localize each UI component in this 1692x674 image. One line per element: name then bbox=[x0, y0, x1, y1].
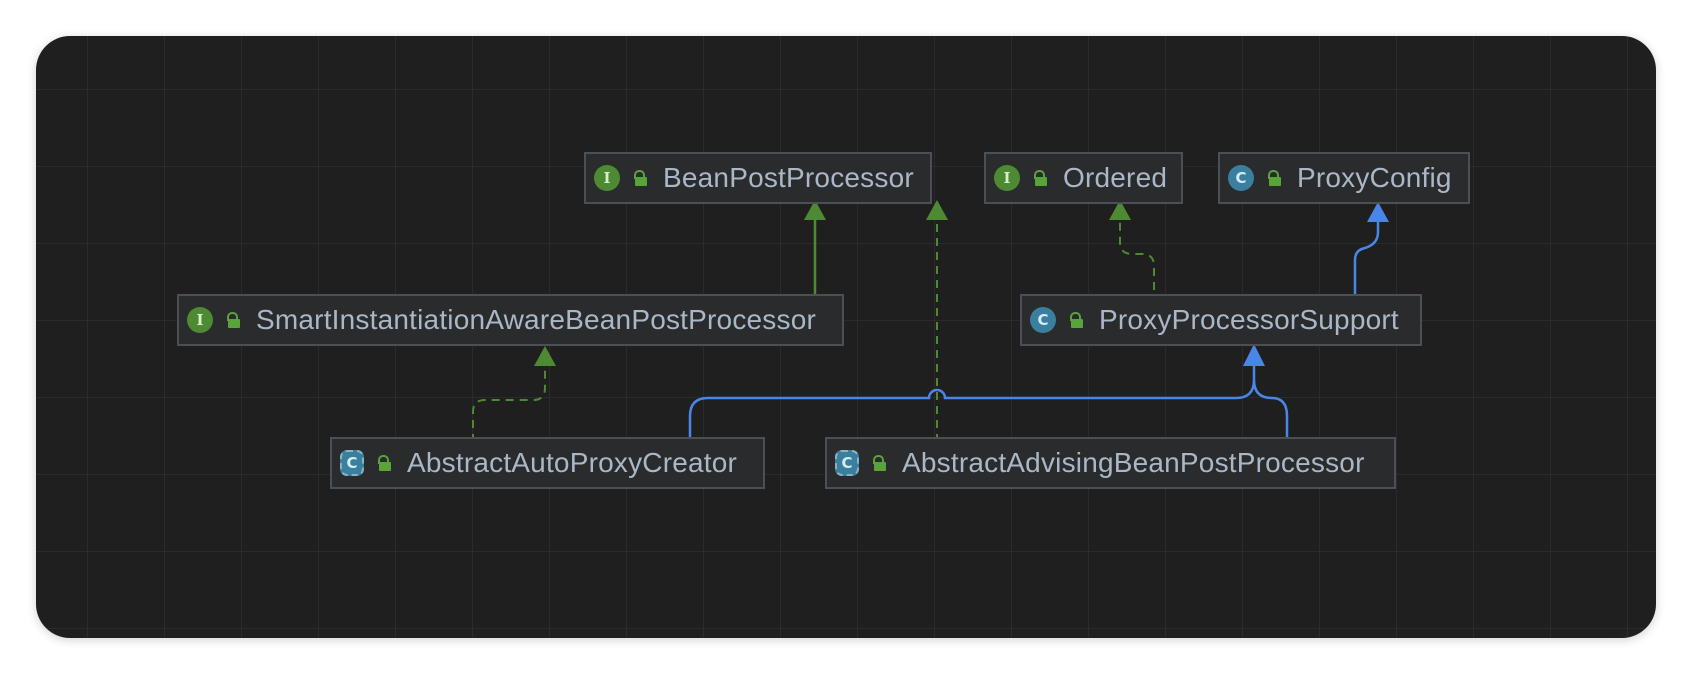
node-label: ProxyProcessorSupport bbox=[1099, 304, 1399, 335]
lock-icon bbox=[1069, 312, 1083, 328]
node-label: SmartInstantiationAwareBeanPostProcessor bbox=[256, 304, 816, 335]
lock-icon bbox=[377, 455, 391, 471]
lock-icon bbox=[1267, 170, 1281, 186]
interface-icon: I bbox=[187, 307, 213, 333]
node-proxy-config[interactable]: C ProxyConfig bbox=[1218, 152, 1470, 204]
class-icon: C bbox=[1228, 165, 1254, 191]
node-label: BeanPostProcessor bbox=[663, 162, 914, 193]
node-proxy-processor-support[interactable]: C ProxyProcessorSupport bbox=[1020, 294, 1422, 346]
node-abstract-advising-bean-post-processor[interactable]: C AbstractAdvisingBeanPostProcessor bbox=[825, 437, 1396, 489]
node-label: AbstractAdvisingBeanPostProcessor bbox=[902, 447, 1365, 478]
arrowhead-smart bbox=[534, 346, 556, 366]
node-abstract-auto-proxy-creator[interactable]: C AbstractAutoProxyCreator bbox=[330, 437, 765, 489]
arrowhead-support bbox=[1243, 344, 1265, 366]
node-ordered[interactable]: I Ordered bbox=[984, 152, 1183, 204]
interface-icon: I bbox=[994, 165, 1020, 191]
node-bean-post-processor[interactable]: I BeanPostProcessor bbox=[584, 152, 932, 204]
node-label: Ordered bbox=[1063, 162, 1168, 193]
diagram-canvas[interactable]: I BeanPostProcessor I Ordered C ProxyCon… bbox=[36, 36, 1656, 638]
node-label: AbstractAutoProxyCreator bbox=[407, 447, 738, 478]
abstract-class-icon: C bbox=[835, 450, 859, 476]
interface-icon: I bbox=[594, 165, 620, 191]
lock-icon bbox=[226, 312, 240, 328]
node-label: ProxyConfig bbox=[1297, 162, 1452, 193]
abstract-class-icon: C bbox=[340, 450, 364, 476]
lock-icon bbox=[633, 170, 647, 186]
lock-icon bbox=[1033, 170, 1047, 186]
class-icon: C bbox=[1030, 307, 1056, 333]
arrowhead-proxyconfig bbox=[1367, 202, 1389, 222]
lock-icon bbox=[872, 455, 886, 471]
node-smart-instantiation-aware-bean-post-processor[interactable]: I SmartInstantiationAwareBeanPostProcess… bbox=[177, 294, 844, 346]
